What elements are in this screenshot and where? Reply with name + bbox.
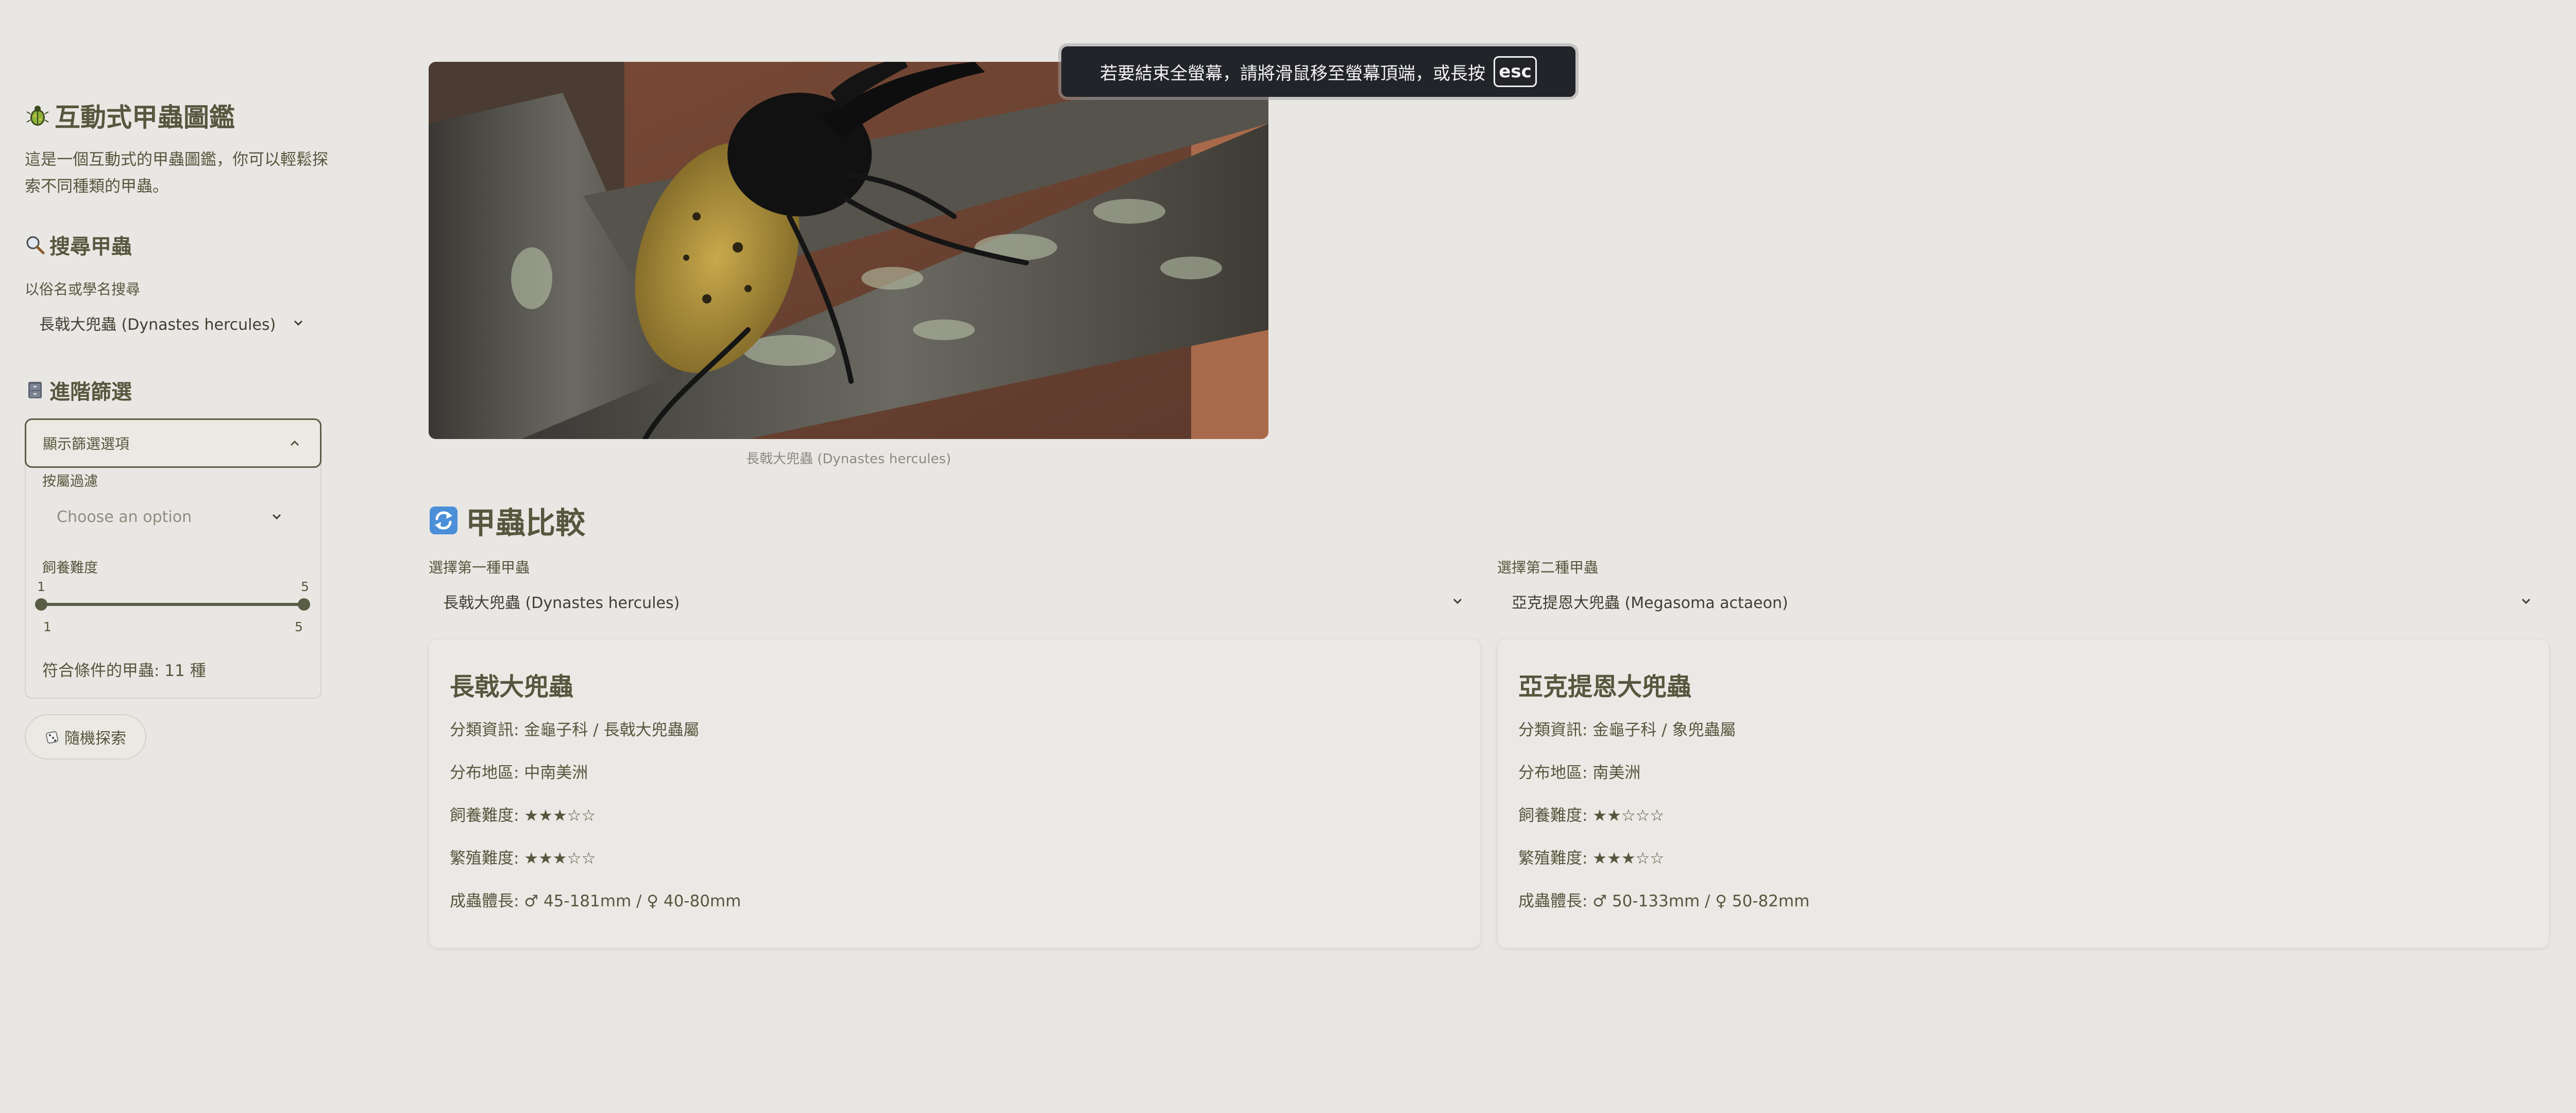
card-distribution: 分布地區: 中南美洲 <box>450 764 588 782</box>
advanced-filter-heading: 進階篩選 <box>25 375 132 405</box>
chevron-down-icon <box>1453 598 1462 604</box>
app-title-text: 互動式甲蟲圖鑑 <box>55 103 235 132</box>
fullscreen-message: 若要結束全螢幕，請將滑鼠移至螢幕頂端，或長按 <box>1100 63 1485 84</box>
search-select-value: 長戟大兜蟲 (Dynastes hercules) <box>39 316 276 334</box>
card-rearing-difficulty: 飼養難度: ★★★☆☆ <box>450 806 596 825</box>
beetle-icon <box>26 106 49 126</box>
first-beetle-value: 長戟大兜蟲 (Dynastes hercules) <box>443 594 680 612</box>
genus-filter-placeholder: Choose an option <box>57 508 192 526</box>
difficulty-slider-low-thumb[interactable] <box>35 598 47 611</box>
card-title: 長戟大兜蟲 <box>450 672 574 701</box>
chevron-down-icon <box>2521 598 2531 604</box>
chevron-down-icon <box>294 320 303 326</box>
advanced-heading-text: 進階篩選 <box>49 380 132 404</box>
refresh-icon <box>430 507 457 534</box>
match-count: 符合條件的甲蟲: 11 種 <box>42 662 206 680</box>
search-heading: 搜尋甲蟲 <box>25 230 132 260</box>
fullscreen-exit-toast: 若要結束全螢幕，請將滑鼠移至螢幕頂端，或長按 esc <box>1061 46 1575 97</box>
expander-label: 顯示篩選選項 <box>43 435 130 452</box>
card-breeding-difficulty: 繁殖難度: ★★★☆☆ <box>450 849 596 868</box>
difficulty-slider-high-thumb[interactable] <box>298 598 310 611</box>
random-explore-button[interactable]: 隨機探索 <box>25 714 146 760</box>
search-heading-text: 搜尋甲蟲 <box>49 235 132 259</box>
card-title: 亞克提恩大兜蟲 <box>1518 672 1692 701</box>
photo-caption: 長戟大兜蟲 (Dynastes hercules) <box>745 451 952 467</box>
card-adult-size: 成蟲體長: ♂ 50-133mm / ♀ 50-82mm <box>1518 892 1810 910</box>
card-breeding-difficulty: 繁殖難度: ★★★☆☆ <box>1518 849 1665 868</box>
difficulty-slider-track[interactable] <box>41 603 304 606</box>
card-adult-size: 成蟲體長: ♂ 45-181mm / ♀ 40-80mm <box>450 892 741 910</box>
card-distribution: 分布地區: 南美洲 <box>1518 764 1641 782</box>
esc-key-badge: esc <box>1494 56 1537 87</box>
beetle-photo <box>429 62 1268 439</box>
dice-icon <box>45 731 59 744</box>
difficulty-label: 飼養難度 <box>42 560 98 576</box>
first-beetle-label: 選擇第一種甲蟲 <box>429 559 530 576</box>
app-title: 互動式甲蟲圖鑑 <box>25 97 235 134</box>
card-rearing-difficulty: 飼養難度: ★★☆☆☆ <box>1518 806 1665 825</box>
file-cabinet-icon <box>28 382 42 398</box>
random-button-label: 隨機探索 <box>64 730 126 748</box>
chevron-up-icon <box>290 440 299 446</box>
compare-heading-text: 甲蟲比較 <box>466 505 586 541</box>
beetle-photo-image <box>429 62 1268 439</box>
second-beetle-select[interactable]: 亞克提恩大兜蟲 (Megasoma actaeon) <box>1497 579 2549 623</box>
search-select[interactable]: 長戟大兜蟲 (Dynastes hercules) <box>25 301 321 345</box>
magnifier-icon <box>26 236 45 255</box>
second-beetle-value: 亞克提恩大兜蟲 (Megasoma actaeon) <box>1512 594 1788 612</box>
genus-filter-select[interactable]: Choose an option <box>42 495 300 539</box>
card-taxonomy: 分類資訊: 金龜子科 / 象兜蟲屬 <box>1518 721 1736 739</box>
search-label: 以俗名或學名搜尋 <box>25 281 141 298</box>
card-taxonomy: 分類資訊: 金龜子科 / 長戟大兜蟲屬 <box>450 721 700 739</box>
compare-heading: 甲蟲比較 <box>429 499 585 542</box>
slider-min-label: 1 <box>43 619 52 634</box>
filter-expander-header[interactable]: 顯示篩選選項 <box>25 418 321 468</box>
slider-low-value: 1 <box>37 579 45 594</box>
first-beetle-select[interactable]: 長戟大兜蟲 (Dynastes hercules) <box>429 579 1481 623</box>
app-description: 這是一個互動式的甲蟲圖鑑，你可以輕鬆探索不同種類的甲蟲。 <box>25 150 328 196</box>
chevron-down-icon <box>272 514 281 520</box>
slider-high-value: 5 <box>301 579 309 594</box>
slider-max-label: 5 <box>295 619 303 634</box>
second-beetle-label: 選擇第二種甲蟲 <box>1497 559 1599 576</box>
beetle-card-second: 亞克提恩大兜蟲 分類資訊: 金龜子科 / 象兜蟲屬 分布地區: 南美洲 飼養難度… <box>1497 639 2549 948</box>
sidebar: 互動式甲蟲圖鑑 這是一個互動式的甲蟲圖鑑，你可以輕鬆探索不同種類的甲蟲。 搜尋甲… <box>0 0 361 1113</box>
genus-filter-label: 按屬過濾 <box>42 474 98 490</box>
beetle-card-first: 長戟大兜蟲 分類資訊: 金龜子科 / 長戟大兜蟲屬 分布地區: 中南美洲 飼養難… <box>429 639 1481 948</box>
